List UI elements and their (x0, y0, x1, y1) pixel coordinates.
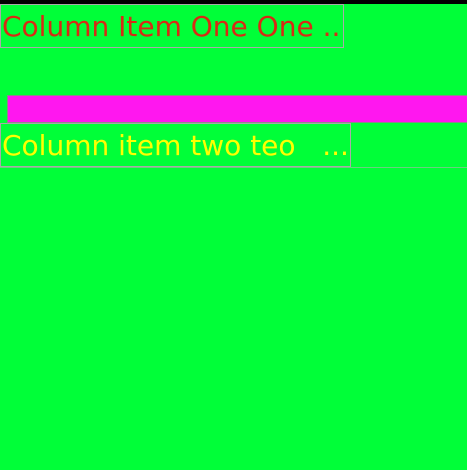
app-window: { "column": { "item_one": { "text": "Col… (0, 0, 467, 470)
column-container: Column Item One One ... Column item two … (0, 4, 467, 470)
column-item-two[interactable]: Column item two teo .... (0, 123, 351, 167)
magenta-divider-bar (7, 95, 467, 123)
column-item-one[interactable]: Column Item One One ... (0, 4, 344, 48)
row-separator (0, 167, 467, 168)
